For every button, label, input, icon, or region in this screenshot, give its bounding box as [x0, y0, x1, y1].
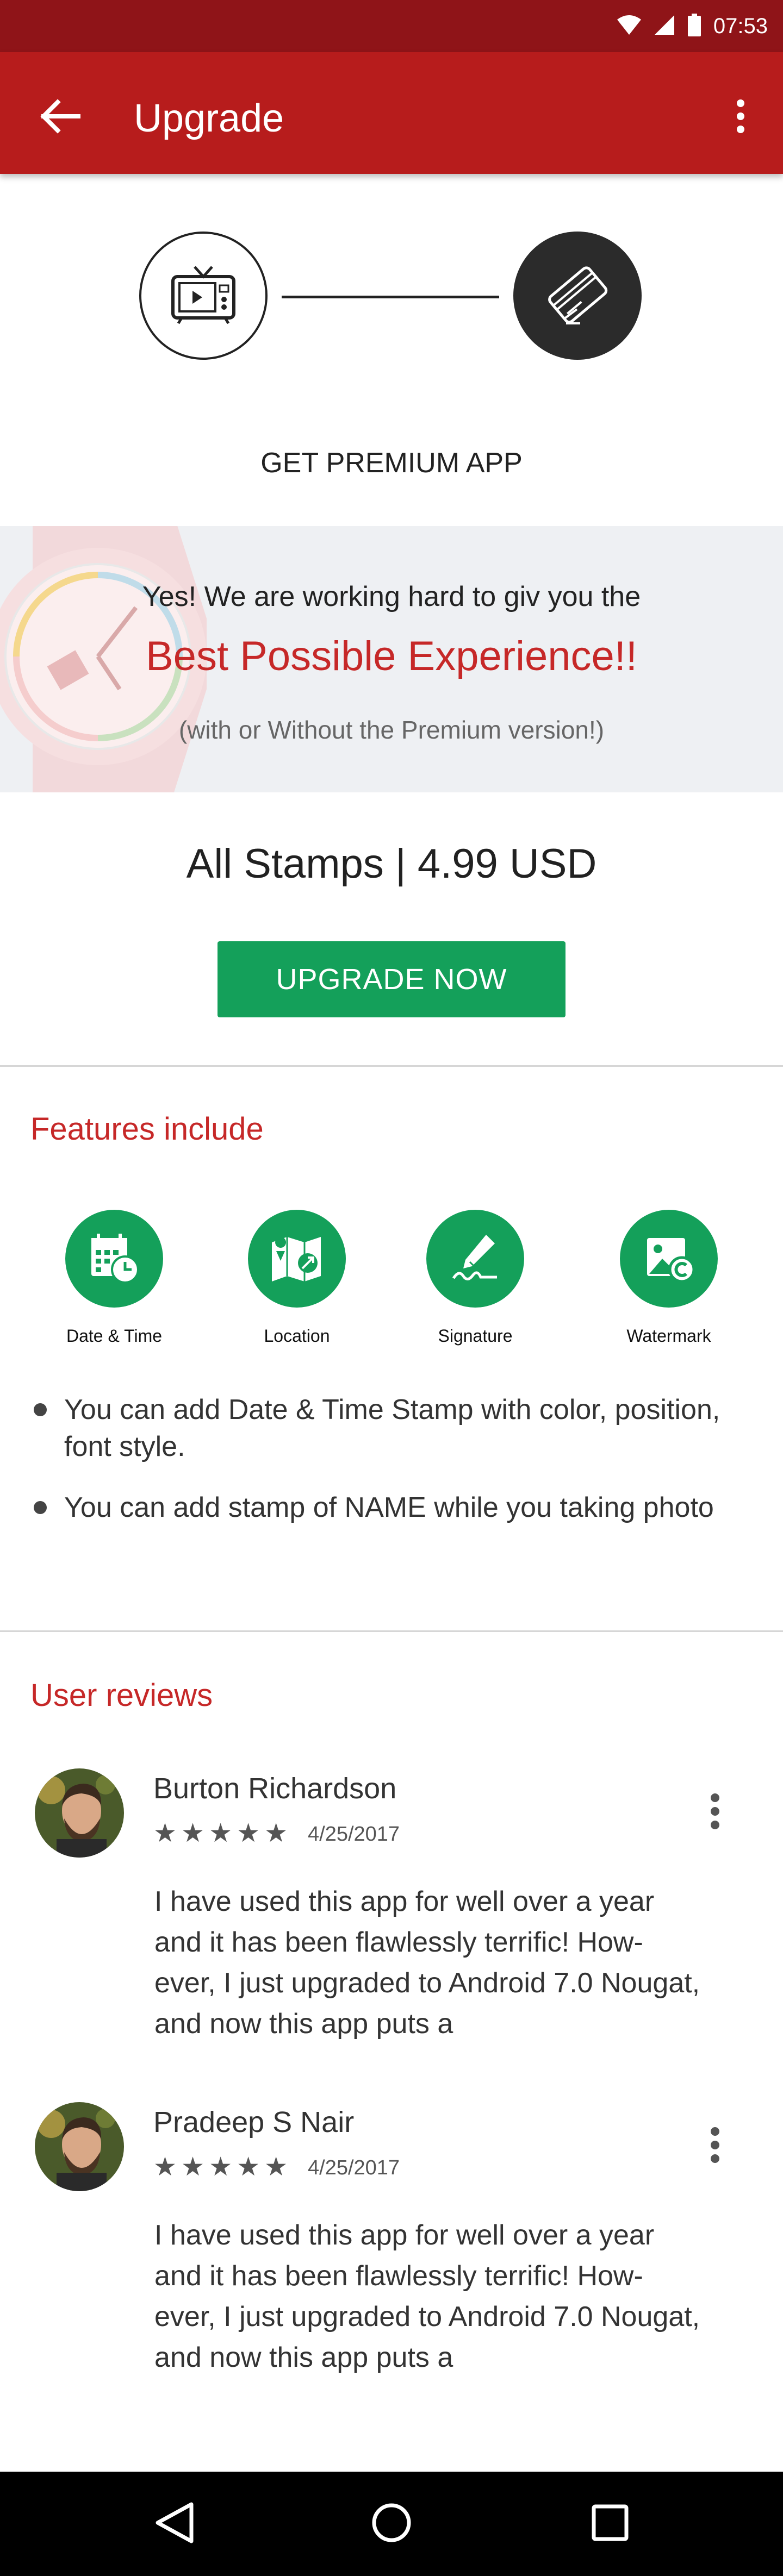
divider	[0, 1065, 783, 1067]
back-button[interactable]	[33, 90, 87, 145]
banner-headline: Best Possible Experience!!	[145, 633, 638, 679]
user-reviews-title: User reviews	[30, 1678, 213, 1713]
feature-location: Location	[215, 1210, 378, 1346]
more-vert-icon	[710, 1793, 720, 1833]
square-recents-icon	[591, 2503, 630, 2545]
status-icons: 07:53	[617, 0, 768, 52]
review-text: I have used this app for well over a yea…	[154, 1886, 700, 2040]
banner-intro-text: Yes! We are working hard to giv you the	[142, 581, 641, 612]
star-icon: ★	[181, 1819, 205, 1848]
nav-home-button[interactable]	[364, 2497, 419, 2551]
star-icon: ★	[209, 1819, 233, 1848]
feature-label: Signature	[438, 1326, 513, 1346]
step-premium-app	[513, 232, 642, 360]
review-date: 4/25/2017	[308, 1823, 400, 1846]
feature-watermark: Watermark	[587, 1210, 750, 1346]
feature-label: Date & Time	[66, 1326, 163, 1346]
battery-icon	[687, 13, 701, 39]
banner-note: (with or Without the Premium version!)	[178, 716, 605, 744]
signal-icon	[654, 14, 675, 39]
system-navigation-bar	[0, 2472, 783, 2576]
list-item: You can add Date & Time Stamp with color…	[30, 1391, 754, 1465]
star-icon: ★	[153, 2153, 177, 2181]
page-title: Upgrade	[134, 97, 284, 140]
calendar-clock-icon	[65, 1210, 163, 1308]
map-location-icon	[248, 1210, 346, 1308]
more-vert-icon	[736, 99, 745, 136]
avatar[interactable]	[35, 2102, 124, 2191]
bullet-text: You can add Date & Time Stamp with color…	[64, 1394, 720, 1462]
nav-recents-button[interactable]	[583, 2497, 637, 2551]
star-rating: ★ ★ ★ ★ ★	[153, 2154, 288, 2180]
signature-pen-icon	[426, 1210, 524, 1308]
divider	[0, 1630, 783, 1632]
star-icon: ★	[153, 1819, 177, 1848]
review-menu-button[interactable]	[701, 1783, 729, 1842]
nav-back-button[interactable]	[147, 2497, 201, 2551]
feature-label: Watermark	[626, 1326, 711, 1346]
status-time: 07:53	[713, 14, 768, 38]
step-connector	[282, 296, 499, 298]
price-text: All Stamps | 4.99 USD	[186, 841, 597, 887]
list-item: You can add stamp of NAME while you taki…	[30, 1489, 754, 1526]
tv-icon	[171, 265, 236, 327]
bullet-icon	[34, 1501, 47, 1514]
overflow-menu-button[interactable]	[719, 90, 762, 145]
wifi-icon	[617, 14, 642, 39]
avatar[interactable]	[35, 1768, 124, 1858]
watermark-image-icon	[620, 1210, 718, 1308]
star-icon: ★	[264, 1819, 288, 1848]
feature-date-time: Date & Time	[33, 1210, 196, 1346]
star-icon: ★	[264, 2153, 288, 2181]
credit-card-icon	[542, 259, 613, 333]
feature-bullets: You can add Date & Time Stamp with color…	[30, 1391, 754, 1550]
step-free-app	[139, 232, 268, 360]
feature-signature: Signature	[394, 1210, 557, 1346]
bullet-text: You can add stamp of NAME while you taki…	[64, 1492, 714, 1523]
star-icon: ★	[237, 2153, 260, 2181]
app-bar: Upgrade	[0, 52, 783, 174]
status-bar: 07:53	[0, 0, 783, 52]
star-icon: ★	[209, 2153, 233, 2181]
reviewer-name: Burton Richardson	[153, 1772, 397, 1805]
more-vert-icon	[710, 2127, 720, 2166]
review-date: 4/25/2017	[308, 2156, 400, 2179]
circle-home-icon	[371, 2502, 412, 2546]
features-title: Features include	[30, 1111, 264, 1147]
star-rating: ★ ★ ★ ★ ★	[153, 1821, 288, 1847]
bullet-icon	[34, 1403, 47, 1416]
review-text: I have used this app for well over a yea…	[154, 2219, 700, 2373]
triangle-back-icon	[153, 2501, 195, 2547]
promo-banner: Yes! We are working hard to giv you the …	[0, 526, 783, 792]
review-menu-button[interactable]	[701, 2116, 729, 2176]
get-premium-label: GET PREMIUM APP	[260, 447, 523, 479]
upgrade-now-button[interactable]: UPGRADE NOW	[217, 941, 566, 1017]
star-icon: ★	[181, 2153, 205, 2181]
star-icon: ★	[237, 1819, 260, 1848]
reviewer-name: Pradeep S Nair	[153, 2106, 355, 2139]
feature-label: Location	[264, 1326, 330, 1346]
arrow-back-icon	[39, 98, 80, 136]
